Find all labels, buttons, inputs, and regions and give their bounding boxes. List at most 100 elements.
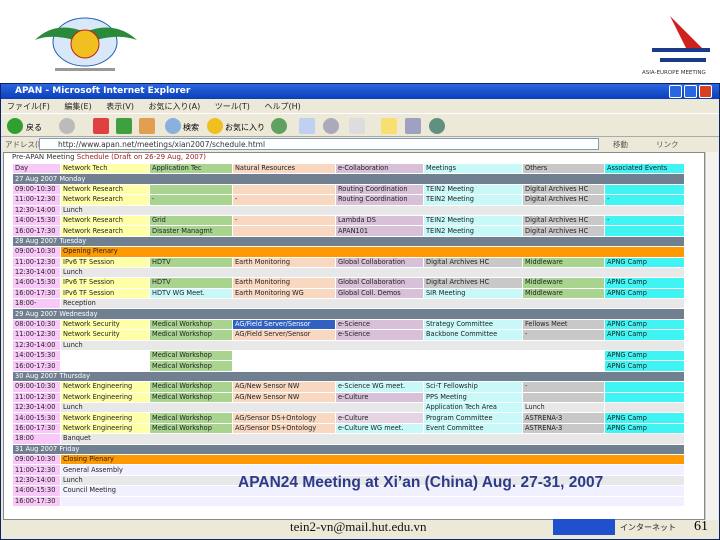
day-header-row: 29 Aug 2007 Wednesday xyxy=(13,309,684,319)
time-cell: 14:00-15:30 xyxy=(13,278,60,288)
session-cell: - xyxy=(233,215,335,226)
day-label: 27 Aug 2007 Monday xyxy=(13,174,684,184)
session-cell xyxy=(523,351,604,361)
menu-favorites[interactable]: お気に入り(A) xyxy=(149,102,201,111)
footer-email: tein2-vn@mail.hut.edu.vn xyxy=(290,519,427,534)
session-cell: APNG Camp xyxy=(605,278,684,288)
menu-help[interactable]: ヘルプ(H) xyxy=(264,102,300,111)
session-cell: Medical Workshop xyxy=(150,319,232,330)
refresh-icon[interactable] xyxy=(116,118,132,134)
time-cell: 11:00-12:30 xyxy=(13,465,60,475)
session-cell: e-Science WG meet. xyxy=(336,382,423,392)
mail-icon[interactable] xyxy=(299,118,315,134)
session-cell: e-Science xyxy=(336,330,423,340)
session-cell: APNG Camp xyxy=(605,361,684,371)
session-cell: AG/Sensor DS+Ontology xyxy=(233,423,335,434)
page-heading-text: Pre-APAN Meeting xyxy=(12,153,77,161)
session-cell: APNG Camp xyxy=(605,288,684,299)
table-row: 11:00-12:30 IPv6 TF Session HDTV Earth Moni… xyxy=(13,257,684,267)
favorites-label[interactable]: お気に入り xyxy=(225,122,265,133)
time-cell: 11:00-12:30 xyxy=(13,257,60,267)
day-label: 29 Aug 2007 Wednesday xyxy=(13,309,684,319)
session-cell: Lunch xyxy=(61,340,684,351)
go-button[interactable]: 移動 xyxy=(613,139,628,150)
minimize-button[interactable] xyxy=(669,85,682,98)
session-cell: Strategy Committee xyxy=(424,319,522,330)
url-input[interactable]: http://www.apan.net/meetings/xian2007/sc… xyxy=(39,138,599,150)
session-cell xyxy=(336,351,423,361)
back-label[interactable]: 戻る xyxy=(26,122,42,133)
home-icon[interactable] xyxy=(139,118,155,134)
schedule-link[interactable]: Schedule (Draft on 26-29 Aug, 2007) xyxy=(77,153,206,161)
session-cell: PPS Meeting xyxy=(424,392,522,402)
time-cell: 12:30-14:00 xyxy=(13,340,60,351)
session-cell: Digital Archives HC xyxy=(523,215,604,226)
menu-edit[interactable]: 編集(E) xyxy=(64,102,91,111)
session-cell: Digital Archives HC xyxy=(424,257,522,267)
time-cell: 16:00-17:30 xyxy=(13,288,60,299)
time-cell: 09:00-10:30 xyxy=(13,184,60,195)
session-cell: Application Tech Area xyxy=(424,402,522,413)
session-cell: e-Culture WG meet. xyxy=(336,423,423,434)
slide-number: 61 xyxy=(694,519,708,534)
window-title: APAN - Microsoft Internet Explorer xyxy=(15,86,191,96)
session-cell: APNG Camp xyxy=(605,257,684,267)
print-icon[interactable] xyxy=(323,118,339,134)
session-cell: - xyxy=(150,195,232,205)
favorites-star-icon[interactable] xyxy=(207,118,223,134)
vertical-scrollbar[interactable] xyxy=(705,152,718,520)
search-icon[interactable] xyxy=(165,118,181,134)
session-cell xyxy=(233,226,335,236)
session-cell: APNG Camp xyxy=(605,351,684,361)
session-cell: Medical Workshop xyxy=(150,423,232,434)
day-header-row: 28 Aug 2007 Tuesday xyxy=(13,236,684,247)
table-row: 14:00-15:30 Medical Workshop APNG Camp xyxy=(13,351,684,361)
menu-file[interactable]: ファイル(F) xyxy=(7,102,50,111)
menu-tools[interactable]: ツール(T) xyxy=(215,102,250,111)
session-cell: - xyxy=(605,195,684,205)
table-row: 16:00-17:30 IPv6 TF Session HDTV WG Meet. E… xyxy=(13,288,684,299)
table-row: 12:30-14:00 Lunch xyxy=(13,267,684,278)
discuss-icon[interactable] xyxy=(381,118,397,134)
session-cell: Opening Plenary xyxy=(61,247,684,257)
session-cell xyxy=(61,496,684,506)
session-cell: Reception xyxy=(61,299,684,309)
maximize-button[interactable] xyxy=(684,85,697,98)
back-icon[interactable] xyxy=(7,118,23,134)
session-cell: Medical Workshop xyxy=(150,330,232,340)
session-cell: Network Research xyxy=(61,184,149,195)
session-cell xyxy=(523,361,604,371)
time-cell: 12:30-14:00 xyxy=(13,475,60,486)
time-cell: 16:00-17:30 xyxy=(13,361,60,371)
session-cell: ASTRENA-3 xyxy=(523,423,604,434)
language-bar[interactable] xyxy=(553,519,615,535)
table-row: 11:00-12:30 Network Research - - Routing Coo… xyxy=(13,195,684,205)
session-cell: IPv6 TF Session xyxy=(61,257,149,267)
forward-icon[interactable] xyxy=(59,118,75,134)
close-button[interactable] xyxy=(699,85,712,98)
session-cell: Network Research xyxy=(61,226,149,236)
session-cell: TEIN2 Meeting xyxy=(424,195,522,205)
session-cell: Grid xyxy=(150,215,232,226)
research-icon[interactable] xyxy=(405,118,421,134)
session-cell xyxy=(424,351,522,361)
history-icon[interactable] xyxy=(271,118,287,134)
messenger-icon[interactable] xyxy=(429,118,445,134)
session-cell: - xyxy=(233,195,335,205)
edit-icon[interactable] xyxy=(349,118,365,134)
search-label[interactable]: 検索 xyxy=(183,122,199,133)
table-row: 12:30-14:00 Lunch xyxy=(13,340,684,351)
menu-view[interactable]: 表示(V) xyxy=(106,102,134,111)
session-cell: Earth Monitoring xyxy=(233,257,335,267)
session-cell: Digital Archives HC xyxy=(523,226,604,236)
session-cell: Fellows Meet xyxy=(523,319,604,330)
session-cell xyxy=(605,184,684,195)
session-cell: Routing Coordination xyxy=(336,184,423,195)
session-cell: Global Coll. Demos xyxy=(336,288,423,299)
stop-icon[interactable] xyxy=(93,118,109,134)
session-cell xyxy=(150,184,232,195)
session-cell: IPv6 TF Session xyxy=(61,288,149,299)
session-cell: Lunch xyxy=(61,267,684,278)
links-button[interactable]: リンク xyxy=(656,139,679,150)
session-cell xyxy=(605,382,684,392)
